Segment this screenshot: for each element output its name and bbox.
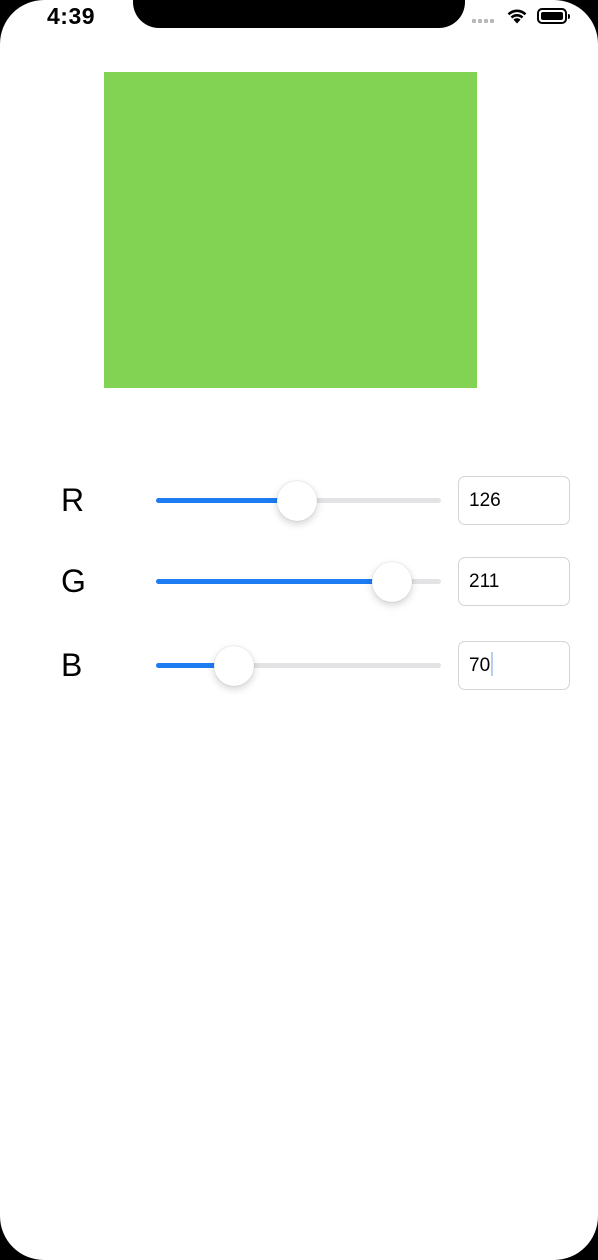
channel-row-g: G 211 <box>0 557 598 607</box>
app-screen: 4:39 R 126 G 211 B 70 <box>0 0 598 1260</box>
battery-icon <box>537 8 570 24</box>
green-value-text: 211 <box>469 571 500 592</box>
status-time: 4:39 <box>47 3 96 29</box>
red-slider[interactable] <box>156 476 441 526</box>
blue-slider[interactable] <box>156 641 441 691</box>
channel-row-r: R 126 <box>0 476 598 526</box>
red-value-text: 126 <box>469 490 501 511</box>
slider-fill <box>156 579 392 584</box>
slider-thumb[interactable] <box>371 562 412 602</box>
slider-thumb[interactable] <box>214 646 255 686</box>
slider-fill <box>156 498 297 503</box>
green-value-field[interactable]: 211 <box>458 557 570 606</box>
wifi-icon <box>507 9 527 24</box>
device-notch <box>133 0 465 28</box>
channel-row-b: B 70 <box>0 641 598 691</box>
blue-value-field[interactable]: 70 <box>458 641 570 690</box>
signal-dots-icon <box>472 19 494 23</box>
text-cursor <box>491 652 494 677</box>
blue-value-text: 70 <box>469 655 491 676</box>
channel-label-g: G <box>61 563 86 599</box>
color-preview-swatch <box>104 72 477 388</box>
slider-thumb[interactable] <box>276 481 317 521</box>
channel-label-r: R <box>61 482 85 518</box>
green-slider[interactable] <box>156 557 441 607</box>
channel-label-b: B <box>61 647 83 683</box>
red-value-field[interactable]: 126 <box>458 476 570 525</box>
